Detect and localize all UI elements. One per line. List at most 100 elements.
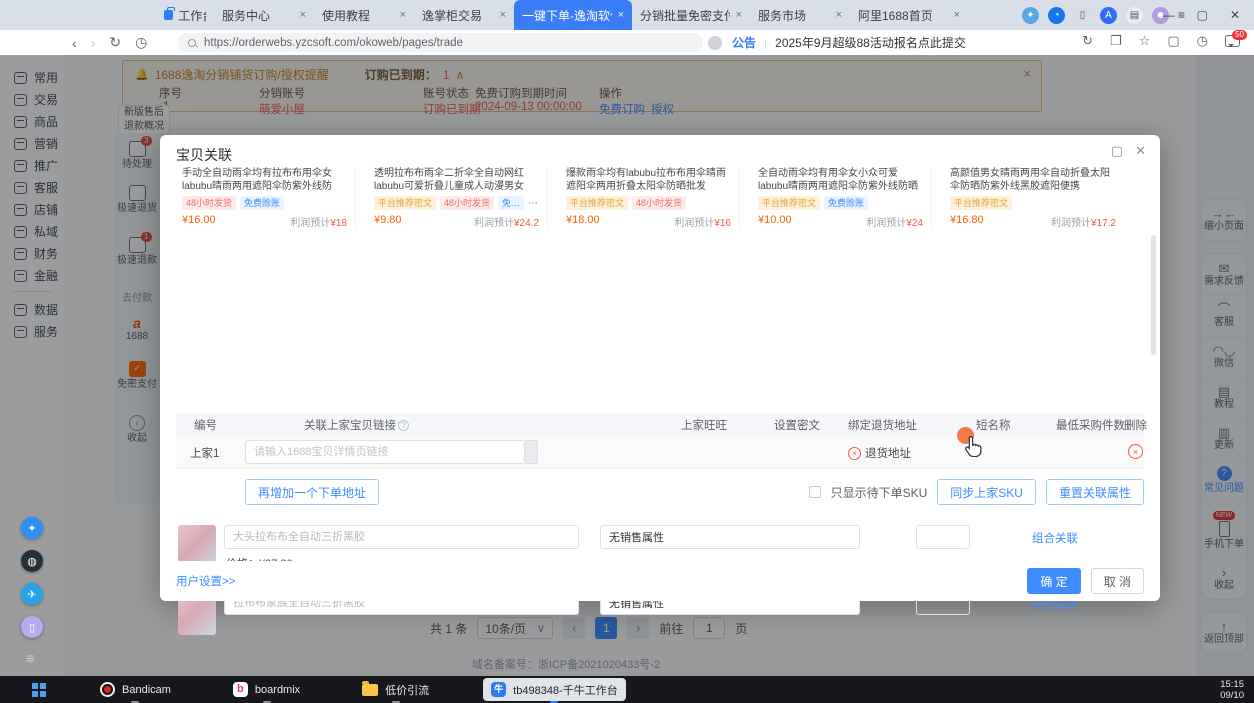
reload-page-icon[interactable]: ↻ — [1082, 33, 1093, 49]
tag-credit: 免… — [498, 196, 524, 210]
copy-window-icon[interactable]: ❐ — [1110, 33, 1122, 49]
profit-value: ¥24 — [906, 218, 923, 229]
card-price: ¥18.00 — [566, 214, 600, 229]
return-address-link[interactable]: 退货地址 — [865, 445, 911, 461]
modal-scrollbar[interactable] — [1151, 235, 1156, 355]
taskbar-app-qianniu[interactable]: 牛 tb498348-千牛工作台 — [483, 678, 626, 701]
link-addon-button[interactable] — [525, 440, 538, 464]
extension-icon[interactable]: ✦ — [1022, 7, 1039, 24]
card-title: 全自动雨伞均有用伞女小众可爱labubu晴雨两用遮阳伞防紫外线防晒 — [758, 167, 923, 193]
glyph: ▯ — [29, 621, 35, 634]
telegram-icon[interactable]: ✈ — [21, 583, 43, 605]
sku-qty-input[interactable] — [916, 525, 970, 549]
tab-close-icon[interactable]: × — [730, 9, 742, 21]
show-pending-sku-checkbox[interactable] — [809, 486, 821, 498]
supplier-card[interactable]: 高颜值男女晴雨两用伞自动折叠太阳伞防晒防紫外线黑胶遮阳便携 平台推荐密文 ¥16… — [942, 167, 1124, 229]
profit-label: 利润预计 — [290, 218, 330, 229]
tab-batch-pay[interactable]: 分销批量免密支付 × — [632, 0, 750, 30]
floating-app-icon-1[interactable]: ✦ — [21, 517, 43, 539]
tag-credit: 免费赊账 — [824, 196, 868, 210]
extension-icon[interactable]: ◔ — [1048, 7, 1065, 24]
address-bar[interactable]: https://orderwebs.yzcsoft.com/okoweb/pag… — [178, 33, 703, 52]
sku-name-input[interactable] — [224, 525, 579, 549]
confirm-button[interactable]: 确 定 — [1027, 568, 1080, 594]
modal-maximize-icon[interactable]: ▢ — [1111, 143, 1123, 159]
bandicam-icon — [100, 682, 115, 697]
col-header: 删除 — [1124, 417, 1147, 433]
supplier-card[interactable]: 透明拉布布雨伞二折伞全自动网红labubu可爱折叠儿童成人动漫男女 平台推荐密文… — [366, 167, 548, 229]
reset-association-button[interactable]: 重置关联属性 — [1046, 479, 1144, 505]
card-title: 手动全自动雨伞均有拉布布用伞女labubu晴雨两用遮阳伞防紫外线防 — [182, 167, 347, 193]
message-icon[interactable]: 50 — [1225, 35, 1240, 47]
col-header: 最低采购件数 — [1056, 417, 1125, 433]
product-association-modal: 宝贝关联 ▢ ✕ 手动全自动雨伞均有拉布布用伞女labubu晴雨两用遮阳伞防紫外… — [160, 135, 1160, 601]
boardmix-icon: b — [233, 682, 248, 697]
sync-sku-button[interactable]: 同步上家SKU — [937, 479, 1036, 505]
profit-label: 利润预计 — [474, 218, 514, 229]
tab-workbench[interactable]: 工作台 — [156, 0, 214, 30]
cancel-button[interactable]: 取 消 — [1091, 568, 1144, 594]
tab-close-icon[interactable]: × — [948, 9, 960, 21]
page-icon[interactable]: ▢ — [1167, 33, 1179, 49]
combo-association-link[interactable]: 组合关联 — [1032, 530, 1078, 546]
tab-close-icon[interactable]: × — [394, 9, 406, 21]
association-row: 上家1 × 退货地址 × — [176, 435, 1144, 469]
supplier-card[interactable]: 全自动雨伞均有用伞女小众可爱labubu晴雨两用遮阳伞防紫外线防晒 平台推荐密文… — [750, 167, 932, 229]
col-header: 编号 — [194, 417, 217, 433]
tab-label: 使用教程 — [322, 7, 370, 24]
start-button[interactable] — [32, 683, 46, 697]
forward-icon[interactable]: › — [91, 35, 96, 51]
window-minimize-icon[interactable]: — — [1163, 8, 1175, 22]
tab-tutorial[interactable]: 使用教程 × — [314, 0, 414, 30]
tab-yzg-trade[interactable]: 逸掌柜交易 × — [414, 0, 514, 30]
mouse-cursor — [963, 435, 983, 460]
floating-app-icon-2[interactable]: ◍ — [21, 550, 43, 572]
supplier-card[interactable]: 爆款雨伞均有labubu拉布布用伞晴雨遮阳伞两用折叠太阳伞防晒批发 平台推荐密文… — [558, 167, 740, 229]
delete-row-icon[interactable]: × — [1128, 444, 1143, 459]
sku-attr-input[interactable] — [600, 525, 860, 549]
notes-icon[interactable]: ▤ — [1126, 7, 1143, 24]
more-tags-icon[interactable]: ⋯ — [528, 198, 538, 209]
profit-value: ¥16 — [714, 218, 731, 229]
card-price: ¥10.00 — [758, 214, 792, 229]
taskbar-app-bandicam[interactable]: Bandicam — [92, 678, 179, 701]
announcement[interactable]: 公告 | 2025年9月超级88活动报名点此提交 — [732, 34, 966, 51]
supplier-link-input[interactable] — [245, 440, 525, 464]
taskbar-app-label: Bandicam — [122, 684, 171, 696]
tab-close-icon[interactable]: × — [494, 9, 506, 21]
tab-service-market[interactable]: 服务市场 × — [750, 0, 850, 30]
taskbar-app-label: boardmix — [255, 684, 300, 696]
announcement-text[interactable]: 2025年9月超级88活动报名点此提交 — [775, 34, 966, 51]
show-pending-sku-label[interactable]: 只显示待下单SKU — [831, 484, 928, 501]
hamburger-menu-icon[interactable]: ≡ — [26, 650, 34, 666]
tab-1688-home[interactable]: 阿里1688首页 × — [850, 0, 968, 30]
tab-service-center[interactable]: 服务中心 × — [214, 0, 314, 30]
card-title: 高颜值男女晴雨两用伞自动折叠太阳伞防晒防紫外线黑胶遮阳便携 — [950, 167, 1116, 193]
window-close-icon[interactable]: ✕ — [1230, 8, 1240, 22]
window-maximize-icon[interactable]: ▢ — [1197, 8, 1208, 22]
tag-recommend: 平台推荐密文 — [950, 196, 1012, 210]
col-header: 绑定退货地址 — [848, 417, 917, 433]
taskbar-clock[interactable]: 15:15 09/10 — [1220, 679, 1244, 701]
tab-one-key-order-active[interactable]: 一键下单-逸淘软件 × — [514, 0, 632, 30]
tab-close-icon[interactable]: × — [612, 9, 624, 21]
supplier-card[interactable]: 手动全自动雨伞均有拉布布用伞女labubu晴雨两用遮阳伞防紫外线防 48小时发货… — [174, 167, 356, 229]
taskbar-app-boardmix[interactable]: b boardmix — [225, 678, 308, 701]
modal-close-icon[interactable]: ✕ — [1135, 143, 1146, 159]
tab-close-icon[interactable]: × — [830, 9, 842, 21]
user-settings-link[interactable]: 用户设置>> — [176, 573, 235, 589]
reload-icon[interactable]: ↻ — [109, 34, 121, 51]
add-address-button[interactable]: 再增加一个下单地址 — [245, 479, 379, 505]
floating-app-icon-4[interactable]: ▯ — [21, 616, 43, 638]
extension-icon[interactable] — [708, 36, 722, 50]
info-icon[interactable]: ? — [398, 420, 409, 431]
history-icon[interactable]: ◷ — [135, 34, 147, 51]
star-icon[interactable]: ☆ — [1139, 33, 1151, 49]
phone-icon[interactable]: ▯ — [1074, 7, 1091, 24]
taskbar-folder[interactable]: 低价引流 — [354, 678, 437, 701]
tab-close-icon[interactable]: × — [294, 9, 306, 21]
clock-icon[interactable]: ◷ — [1197, 33, 1208, 49]
back-icon[interactable]: ‹ — [72, 35, 77, 51]
extension-icon[interactable]: A — [1100, 7, 1117, 24]
profit-value: ¥18 — [330, 218, 347, 229]
